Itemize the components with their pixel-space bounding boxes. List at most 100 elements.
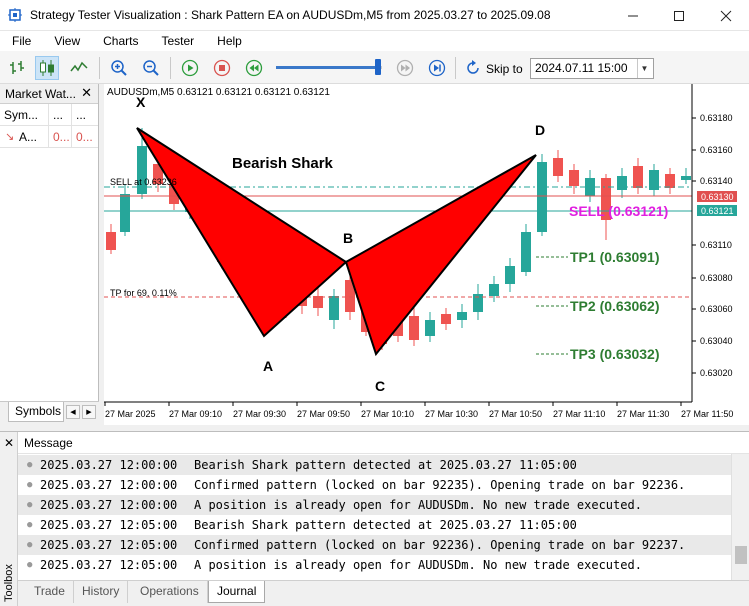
column-symbol[interactable]: Sym...: [0, 104, 49, 126]
maximize-button[interactable]: [656, 0, 702, 31]
chart-canvas: AUDUSDm,M5 0.63121 0.63121 0.63121 0.631…: [104, 84, 737, 419]
price-chart[interactable]: AUDUSDm,M5 0.63121 0.63121 0.63121 0.631…: [104, 84, 749, 425]
refresh-arrow-icon: [467, 60, 479, 74]
symbol-name: A...: [15, 126, 49, 148]
price-tick-label: 0.63140: [700, 176, 733, 186]
journal-column-message[interactable]: Message: [18, 432, 749, 454]
tp2-label: TP2 (0.63062): [570, 298, 660, 314]
tp1-label: TP1 (0.63091): [570, 249, 660, 265]
zoom-in-icon: [111, 60, 127, 76]
time-tick-label: 27 Mar 10:30: [425, 409, 478, 419]
tab-symbols[interactable]: Symbols: [8, 402, 64, 422]
log-message: A position is already open for AUDUSDm. …: [194, 558, 642, 572]
market-watch-column-header: Sym... ... ...: [0, 104, 98, 126]
skip-to-button[interactable]: [461, 56, 485, 80]
bar-chart-icon: [10, 61, 24, 74]
stop-button[interactable]: [210, 56, 234, 80]
bar-chart-button[interactable]: [6, 56, 30, 80]
market-watch-close-icon[interactable]: ✕: [81, 85, 92, 101]
step-forward-button[interactable]: [393, 56, 417, 80]
play-button[interactable]: [178, 56, 202, 80]
log-level-icon: ●: [27, 520, 33, 530]
candle-body: [665, 174, 675, 188]
price-tick-label: 0.63060: [700, 304, 733, 314]
menu-file[interactable]: File: [0, 31, 42, 51]
candle-body: [681, 176, 691, 180]
fast-forward-icon: [396, 59, 414, 77]
time-tick-label: 27 Mar 11:30: [617, 409, 669, 419]
column-ask[interactable]: ...: [72, 104, 99, 126]
skip-end-button[interactable]: [425, 56, 449, 80]
journal-row[interactable]: ● 2025.03.27 12:05:00 Confirmed pattern (l…: [18, 535, 731, 555]
tab-scroll-right-icon[interactable]: ▶: [82, 405, 96, 419]
symbol-ask: 0...: [76, 130, 93, 144]
point-a-label: A: [263, 358, 273, 374]
zoom-in-button[interactable]: [107, 56, 131, 80]
market-watch-header: Market Wat... ✕: [0, 84, 98, 104]
tab-trade[interactable]: Trade: [26, 581, 74, 603]
skip-to-label: Skip to: [486, 62, 523, 76]
shark-pattern: [136, 127, 537, 357]
journal-row[interactable]: ● 2025.03.27 12:00:00 Confirmed pattern (l…: [18, 475, 731, 495]
rewind-icon: [245, 59, 263, 77]
toolbar-separator: [99, 57, 100, 79]
log-message: Confirmed pattern (locked on bar 92236).…: [194, 538, 686, 552]
time-tick-label: 27 Mar 2025: [105, 409, 156, 419]
line-chart-icon: [70, 61, 88, 72]
tab-history[interactable]: History: [74, 581, 129, 603]
candle-body: [617, 176, 627, 190]
close-button[interactable]: [703, 0, 749, 31]
price-tag-teal-text: 0.63121: [701, 206, 734, 216]
price-tick-label: 0.63020: [700, 368, 733, 378]
speed-slider-thumb[interactable]: [375, 59, 381, 75]
menu-tester[interactable]: Tester: [149, 31, 205, 51]
journal-row[interactable]: ● 2025.03.27 12:00:00 A position is alread…: [18, 495, 731, 515]
toolbar-separator: [170, 57, 171, 79]
calendar-dropdown-icon[interactable]: ▼: [637, 59, 651, 78]
toolbox-tabs: Trade History Operations Journal: [18, 580, 749, 606]
skip-date-picker[interactable]: 2024.07.11 15:00 ▼: [530, 58, 654, 79]
toolbox-sidebar: ✕ Toolbox: [0, 432, 18, 606]
tp-line-label: TP for 69, 0.11%: [110, 288, 177, 298]
zoom-out-button[interactable]: [139, 56, 163, 80]
price-tags: 0.63130 0.63121: [697, 191, 737, 216]
time-tick-label: 27 Mar 10:10: [361, 409, 414, 419]
column-bid[interactable]: ...: [49, 104, 72, 126]
menu-help[interactable]: Help: [205, 31, 253, 51]
market-watch-panel: Market Wat... ✕ Sym... ... ... ↘ A... 0.…: [0, 84, 99, 422]
log-time: 2025.03.27 12:05:00: [40, 538, 178, 552]
price-tick-label: 0.63180: [700, 113, 733, 123]
market-watch-row[interactable]: ↘ A... 0... 0...: [0, 126, 98, 148]
stop-icon: [213, 59, 231, 77]
toolbox-close-icon[interactable]: ✕: [4, 436, 14, 450]
menu-charts[interactable]: Charts: [91, 31, 149, 51]
candle-body: [409, 316, 419, 340]
tab-scroll-left-icon[interactable]: ◀: [66, 405, 80, 419]
minimize-button[interactable]: [610, 0, 656, 31]
time-tick-label: 27 Mar 11:10: [553, 409, 605, 419]
skip-end-icon: [428, 59, 446, 77]
candle-body: [313, 296, 323, 308]
tab-operations[interactable]: Operations: [132, 581, 208, 603]
candle-body: [329, 296, 339, 320]
candlestick-chart-button[interactable]: [35, 56, 59, 80]
time-tick-label: 27 Mar 09:10: [169, 409, 222, 419]
log-message: Bearish Shark pattern detected at 2025.0…: [194, 458, 577, 472]
rewind-button[interactable]: [242, 56, 266, 80]
journal-scrollbar-thumb[interactable]: [735, 546, 747, 564]
line-chart-button[interactable]: [67, 56, 91, 80]
point-d-label: D: [535, 122, 545, 138]
candle-body: [120, 194, 130, 232]
maximize-icon: [674, 10, 684, 21]
journal-row[interactable]: ● 2025.03.27 12:00:00 Bearish Shark patter…: [18, 455, 731, 475]
price-tick-label: 0.63080: [700, 273, 733, 283]
journal-row[interactable]: ● 2025.03.27 12:05:00 A position is alread…: [18, 555, 731, 575]
journal-row[interactable]: ● 2025.03.27 12:05:00 Bearish Shark patter…: [18, 515, 731, 535]
candle-body: [633, 166, 643, 188]
market-watch-title: Market Wat...: [5, 86, 76, 101]
candle-body: [457, 312, 467, 320]
time-tick-label: 27 Mar 09:30: [233, 409, 286, 419]
journal-scrollbar[interactable]: [731, 454, 749, 580]
menu-view[interactable]: View: [42, 31, 91, 51]
tab-journal[interactable]: Journal: [208, 581, 266, 603]
